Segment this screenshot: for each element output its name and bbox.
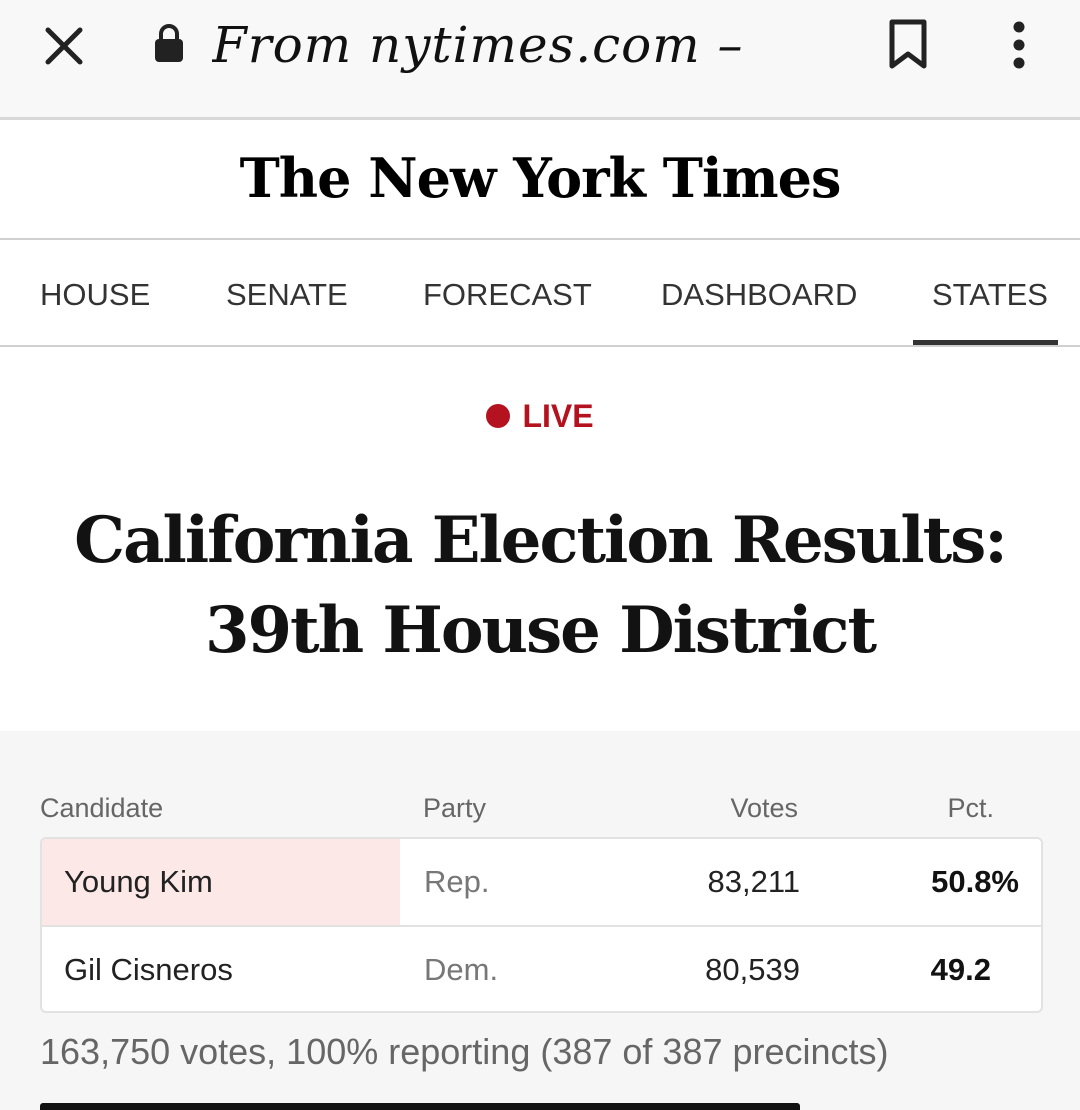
- column-header-candidate: Candidate: [40, 793, 164, 823]
- cut-off-text: [40, 1103, 800, 1110]
- page-title: California Election Results: 39th House …: [40, 496, 1040, 676]
- live-dot-icon: [486, 403, 511, 428]
- reporting-summary: 163,750 votes, 100% reporting (387 of 38…: [40, 1031, 889, 1072]
- column-header-pct: Pct.: [947, 793, 994, 823]
- section-nav: HOUSE SENATE FORECAST DASHBOARD STATES: [0, 240, 1080, 346]
- live-label: LIVE: [522, 398, 594, 434]
- browser-toolbar: From nytimes.com –: [0, 0, 1080, 118]
- tab-states[interactable]: STATES: [932, 240, 1048, 346]
- candidate-pct: 50.8%: [931, 864, 1019, 899]
- candidate-party: Rep.: [424, 864, 490, 899]
- page-title-line-2: 39th House District: [204, 593, 877, 668]
- tab-senate[interactable]: SENATE: [226, 240, 348, 346]
- candidate-pct: 49.2: [930, 952, 991, 987]
- page-title-line-1: California Election Results:: [74, 503, 1008, 578]
- candidate-votes: 80,539: [705, 952, 800, 987]
- table-row: Gil Cisneros Dem. 80,539 49.2: [42, 925, 1041, 1011]
- more-vertical-icon[interactable]: [1008, 20, 1030, 70]
- tab-house[interactable]: HOUSE: [40, 240, 150, 346]
- masthead: The New York Times: [0, 120, 1080, 238]
- results-table: Young Kim Rep. 83,211 50.8% Gil Cisneros…: [40, 837, 1043, 1013]
- tab-dashboard[interactable]: DASHBOARD: [661, 240, 857, 346]
- candidate-votes: 83,211: [707, 864, 800, 899]
- results-section: Candidate Party Votes Pct. Young Kim Rep…: [0, 731, 1080, 1110]
- lock-icon: [155, 24, 183, 62]
- close-icon[interactable]: [42, 24, 86, 68]
- bookmark-icon[interactable]: [886, 18, 930, 70]
- candidate-name: Young Kim: [64, 864, 213, 899]
- column-header-party: Party: [423, 793, 487, 823]
- live-badge: LIVE: [0, 390, 1080, 442]
- tab-forecast[interactable]: FORECAST: [423, 240, 592, 346]
- candidate-party: Dem.: [424, 952, 499, 987]
- table-row: Young Kim Rep. 83,211 50.8%: [42, 839, 1041, 925]
- nyt-logo[interactable]: The New York Times: [0, 138, 1080, 218]
- divider: [0, 345, 1080, 347]
- column-header-votes: Votes: [730, 793, 798, 823]
- url-bar[interactable]: From nytimes.com –: [212, 8, 824, 82]
- candidate-name: Gil Cisneros: [64, 952, 233, 987]
